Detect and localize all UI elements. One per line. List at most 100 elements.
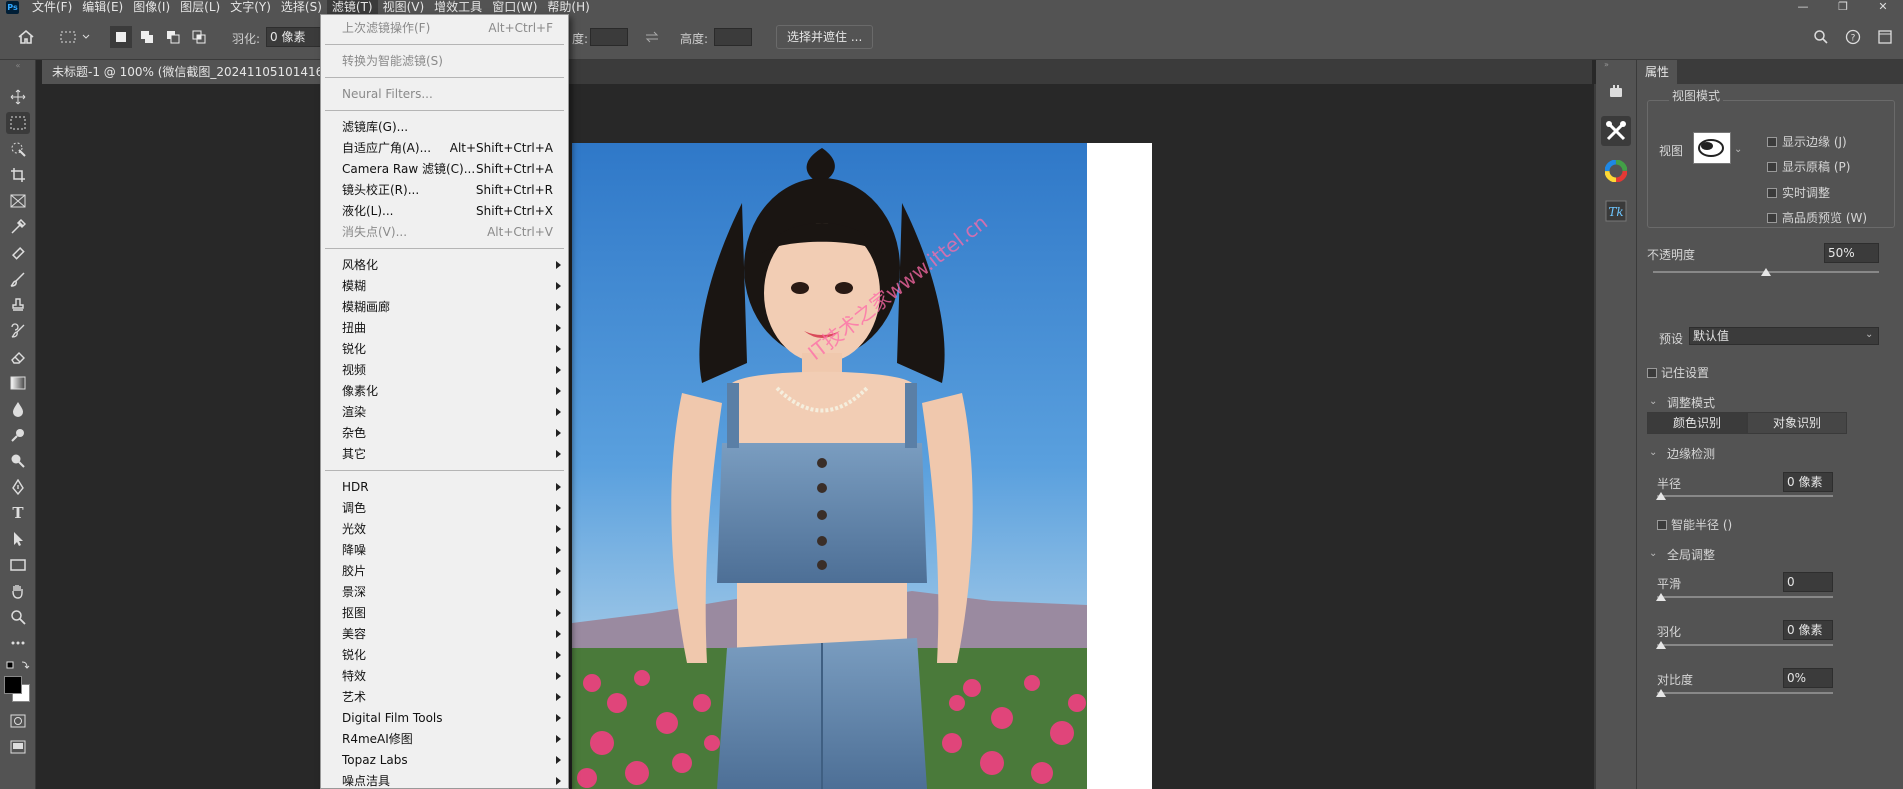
zoom-tool-icon[interactable] bbox=[6, 606, 30, 628]
filter-submenu-item[interactable]: 抠图 bbox=[322, 603, 567, 623]
workspace-icon[interactable] bbox=[1874, 26, 1896, 48]
realtime-adjust-checkbox[interactable] bbox=[1767, 188, 1777, 198]
filter-submenu-item[interactable]: 锐化 bbox=[322, 645, 567, 665]
object-recognition-button[interactable]: 对象识别 bbox=[1747, 412, 1847, 434]
filter-submenu-item[interactable]: Topaz Labs bbox=[322, 750, 567, 770]
width-input[interactable] bbox=[590, 28, 628, 46]
smooth-slider-thumb[interactable] bbox=[1656, 593, 1666, 601]
filter-menu-item[interactable]: 液化(L)... Shift+Ctrl+X bbox=[322, 201, 567, 221]
filter-submenu-item[interactable]: 其它 bbox=[322, 444, 567, 464]
select-and-mask-button[interactable]: 选择并遮住 ... bbox=[776, 25, 874, 49]
photoshop-logo-icon[interactable]: Ps bbox=[6, 0, 19, 14]
restore-icon[interactable]: ❐ bbox=[1823, 0, 1863, 14]
tools-panel-icon[interactable] bbox=[1601, 116, 1631, 146]
filter-menu-item[interactable]: 镜头校正(R)... Shift+Ctrl+R bbox=[322, 180, 567, 200]
move-tool-icon[interactable] bbox=[6, 86, 30, 108]
opacity-input[interactable]: 50% bbox=[1824, 243, 1879, 263]
eraser-tool-icon[interactable] bbox=[6, 346, 30, 368]
menu-plugins[interactable]: 增效工具 bbox=[429, 0, 487, 14]
menu-type[interactable]: 文字(Y) bbox=[225, 0, 276, 14]
plugins-panel-icon[interactable] bbox=[1601, 76, 1631, 106]
filter-submenu-item[interactable]: 渲染 bbox=[322, 402, 567, 422]
preset-select[interactable]: 默认值 bbox=[1689, 327, 1879, 345]
dodge-tool-icon[interactable] bbox=[6, 424, 30, 446]
smart-radius-checkbox[interactable] bbox=[1657, 520, 1667, 530]
filter-submenu-item[interactable]: 特效 bbox=[322, 666, 567, 686]
blur-tool-icon[interactable] bbox=[6, 398, 30, 420]
menu-window[interactable]: 窗口(W) bbox=[487, 0, 542, 14]
tab-properties[interactable]: 属性 bbox=[1637, 60, 1678, 84]
object-selection-tool-icon[interactable] bbox=[6, 138, 30, 160]
remember-settings-checkbox[interactable] bbox=[1647, 368, 1657, 378]
filter-submenu-item[interactable]: 模糊 bbox=[322, 276, 567, 296]
close-icon[interactable]: ✕ bbox=[1863, 0, 1903, 14]
menu-help[interactable]: 帮助(H) bbox=[542, 0, 594, 14]
filter-submenu-item[interactable]: 景深 bbox=[322, 582, 567, 602]
search-icon[interactable] bbox=[1810, 26, 1832, 48]
filter-submenu-item[interactable]: 锐化 bbox=[322, 339, 567, 359]
contrast-input[interactable]: 0% bbox=[1783, 668, 1833, 688]
filter-submenu-item[interactable]: 艺术 bbox=[322, 687, 567, 707]
view-thumbnail[interactable] bbox=[1693, 132, 1731, 164]
radius-input[interactable]: 0 像素 bbox=[1783, 472, 1833, 492]
global-adjust-collapse-icon[interactable]: ⌄ bbox=[1649, 548, 1657, 559]
menu-file[interactable]: 文件(F) bbox=[27, 0, 77, 14]
color-wheel-icon[interactable] bbox=[1601, 156, 1631, 186]
filter-submenu-item[interactable]: 扭曲 bbox=[322, 318, 567, 338]
feather-input[interactable]: 0 像素 bbox=[1783, 620, 1833, 640]
zoom-lens-tool-icon[interactable] bbox=[6, 450, 30, 472]
filter-submenu-item[interactable]: 模糊画廊 bbox=[322, 297, 567, 317]
help-icon[interactable]: ? bbox=[1842, 26, 1864, 48]
height-input[interactable] bbox=[714, 28, 752, 46]
filter-submenu-item[interactable]: R4meAI修图 bbox=[322, 729, 567, 749]
more-tools-icon[interactable] bbox=[6, 632, 30, 654]
smooth-slider[interactable] bbox=[1657, 596, 1833, 598]
contrast-slider-thumb[interactable] bbox=[1656, 689, 1666, 697]
color-recognition-button[interactable]: 颜色识别 bbox=[1647, 412, 1747, 434]
contrast-slider[interactable] bbox=[1657, 692, 1833, 694]
rectangular-marquee-tool-icon[interactable] bbox=[6, 112, 30, 134]
swap-dimensions-icon[interactable] bbox=[642, 26, 662, 48]
type-tool-icon[interactable]: T bbox=[6, 502, 30, 524]
rectangle-tool-icon[interactable] bbox=[6, 554, 30, 576]
screen-mode-icon[interactable] bbox=[6, 736, 30, 758]
clone-stamp-tool-icon[interactable] bbox=[6, 294, 30, 316]
minimize-icon[interactable]: — bbox=[1783, 0, 1823, 14]
filter-submenu-item[interactable]: 像素化 bbox=[322, 381, 567, 401]
crop-tool-icon[interactable] bbox=[6, 164, 30, 186]
show-edge-checkbox[interactable] bbox=[1767, 137, 1777, 147]
pen-tool-icon[interactable] bbox=[6, 476, 30, 498]
history-brush-tool-icon[interactable] bbox=[6, 320, 30, 342]
menu-select[interactable]: 选择(S) bbox=[276, 0, 327, 14]
menu-filter[interactable]: 滤镜(T) bbox=[326, 0, 378, 14]
tk-panel-icon[interactable]: Tk bbox=[1601, 196, 1631, 226]
filter-menu-item[interactable]: 滤镜库(G)... bbox=[322, 117, 567, 137]
gradient-tool-icon[interactable] bbox=[6, 372, 30, 394]
filter-submenu-item[interactable]: 降噪 bbox=[322, 540, 567, 560]
intersect-selection-icon[interactable] bbox=[188, 26, 210, 48]
preset-dropdown-chevron-icon[interactable]: ⌄ bbox=[1865, 329, 1873, 340]
home-icon[interactable] bbox=[14, 26, 38, 48]
feather-slider-thumb[interactable] bbox=[1656, 641, 1666, 649]
edge-detection-collapse-icon[interactable]: ⌄ bbox=[1649, 447, 1657, 458]
eyedropper-tool-icon[interactable] bbox=[6, 216, 30, 238]
filter-submenu-item[interactable]: 调色 bbox=[322, 498, 567, 518]
document-photo[interactable]: IT技术之家www.ittel.cn bbox=[572, 143, 1087, 789]
foreground-color-swatch[interactable] bbox=[4, 676, 22, 694]
panel-collapse-icon[interactable]: » bbox=[1604, 60, 1609, 69]
opacity-slider-thumb[interactable] bbox=[1761, 268, 1771, 276]
filter-menu-item[interactable]: Camera Raw 滤镜(C)... Shift+Ctrl+A bbox=[322, 159, 567, 179]
hq-preview-checkbox[interactable] bbox=[1767, 213, 1777, 223]
filter-submenu-item[interactable]: 风格化 bbox=[322, 255, 567, 275]
feather-input[interactable]: 0 像素 bbox=[266, 27, 322, 47]
brush-tool-icon[interactable] bbox=[6, 268, 30, 290]
subtract-selection-icon[interactable] bbox=[162, 26, 184, 48]
filter-submenu-item[interactable]: HDR bbox=[322, 477, 567, 497]
view-dropdown-chevron-icon[interactable]: ⌄ bbox=[1734, 144, 1742, 155]
filter-submenu-item[interactable]: 光效 bbox=[322, 519, 567, 539]
swap-colors-icon[interactable] bbox=[6, 660, 30, 672]
filter-submenu-item[interactable]: 杂色 bbox=[322, 423, 567, 443]
radius-slider[interactable] bbox=[1657, 495, 1833, 497]
menu-layer[interactable]: 图层(L) bbox=[175, 0, 225, 14]
document-tab[interactable]: 未标题-1 @ 100% (微信截图_20241105101416, RGB bbox=[42, 60, 322, 84]
